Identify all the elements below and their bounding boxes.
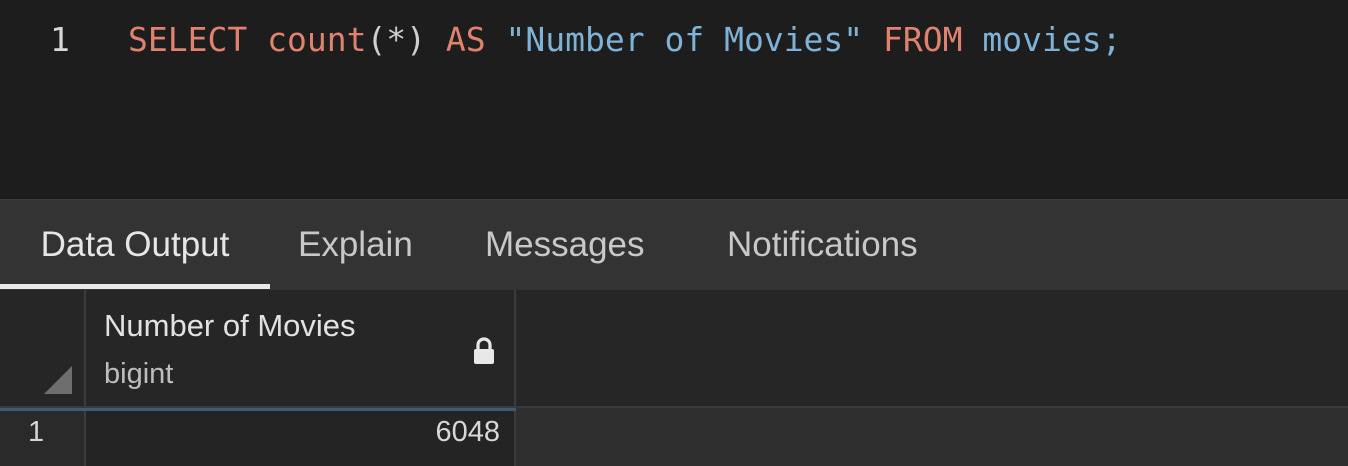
keyword-as: AS (445, 20, 486, 59)
code-line: 1 SELECT count(*) AS "Number of Movies" … (0, 14, 1348, 66)
column-type: bigint (104, 358, 174, 390)
query-tool-window: 1 SELECT count(*) AS "Number of Movies" … (0, 0, 1348, 466)
keyword-from: FROM (883, 20, 963, 59)
results-tab-bar: Data Output Explain Messages Notificatio… (0, 199, 1348, 290)
keyword-select: SELECT (128, 20, 248, 59)
row-number: 1 (28, 416, 45, 448)
line-number: 1 (50, 20, 70, 59)
grid-header-row: Number of Movies bigint (0, 290, 1348, 408)
lock-icon (474, 337, 494, 364)
sql-editor[interactable]: 1 SELECT count(*) AS "Number of Movies" … (0, 0, 1348, 198)
column-alias: "Number of Movies" (505, 20, 864, 59)
statement-terminator: ; (1101, 20, 1122, 59)
sql-statement[interactable]: SELECT count(*) AS "Number of Movies" FR… (128, 14, 1122, 66)
table-name: movies (982, 20, 1102, 59)
row-focus-line (0, 408, 516, 411)
result-grid: Number of Movies bigint 1 6048 (0, 290, 1348, 466)
column-header-number-of-movies[interactable]: Number of Movies bigint (86, 290, 516, 406)
column-name: Number of Movies (104, 308, 356, 343)
tab-data-output[interactable]: Data Output (0, 200, 270, 290)
row-header[interactable]: 1 (0, 408, 86, 466)
cell-value: 6048 (435, 416, 500, 448)
select-all-triangle-icon (44, 366, 72, 394)
active-tab-indicator (0, 284, 270, 289)
tab-notifications[interactable]: Notifications (727, 200, 918, 290)
select-all-cell[interactable] (0, 290, 86, 406)
table-cell[interactable]: 6048 (86, 408, 516, 466)
function-args: (*) (366, 20, 427, 59)
tab-messages[interactable]: Messages (485, 200, 645, 290)
tab-explain[interactable]: Explain (298, 200, 413, 290)
function-count: count (267, 20, 367, 59)
table-row[interactable]: 1 6048 (0, 408, 1348, 466)
